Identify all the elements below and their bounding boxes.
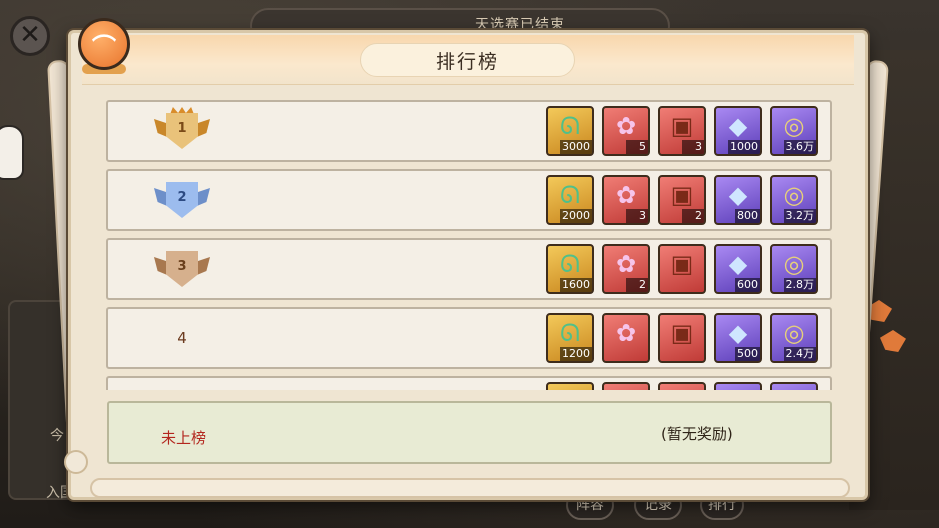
treasure-chest-icon[interactable]: ▣ <box>658 313 706 363</box>
leaderboard-row: 2 ᘏ 2000 ✿ 3 ▣ 2 ◆ 800 ◎ 3.2万 <box>106 169 832 231</box>
rank-number: 4 <box>177 329 187 347</box>
blue-crystal-icon[interactable] <box>714 382 762 390</box>
gold-coin-icon[interactable] <box>770 382 818 390</box>
reward-quantity: 1000 <box>728 140 760 154</box>
treasure-chest-icon[interactable]: ▣ 2 <box>658 175 706 225</box>
close-button[interactable]: ✕ <box>10 16 50 56</box>
reward-quantity: 3000 <box>560 140 592 154</box>
treasure-chest-icon[interactable]: ▣ 3 <box>658 106 706 156</box>
rank-2-badge-icon: 2 <box>152 176 212 226</box>
leaderboard-row: 3 ᘏ 1600 ✿ 2 ▣ ◆ 600 ◎ 2.8万 <box>106 238 832 300</box>
pink-orb-icon[interactable]: ✿ 2 <box>602 244 650 294</box>
reward-quantity: 1600 <box>560 278 592 292</box>
green-swirl-token-icon[interactable] <box>546 382 594 390</box>
leaderboard-row <box>106 376 832 390</box>
reward-quantity: 3 <box>626 209 648 223</box>
reward-list <box>546 382 818 390</box>
treasure-chest-icon[interactable]: ▣ <box>658 244 706 294</box>
frame-ribbon <box>90 478 850 498</box>
gold-coin-icon[interactable]: ◎ 3.6万 <box>770 106 818 156</box>
pink-orb-icon[interactable]: ✿ 5 <box>602 106 650 156</box>
green-swirl-token-icon[interactable]: ᘏ 1200 <box>546 313 594 363</box>
leaderboard-row: 1 ᘏ 3000 ✿ 5 ▣ 3 ◆ 1000 ◎ 3.6万 <box>106 100 832 162</box>
rank-number: 3 <box>177 259 187 274</box>
bird-logo-icon: ⌒ <box>78 18 130 70</box>
reward-quantity: 800 <box>735 209 760 223</box>
green-swirl-token-icon[interactable]: ᘏ 2000 <box>546 175 594 225</box>
gold-coin-icon[interactable]: ◎ 3.2万 <box>770 175 818 225</box>
reward-list: ᘏ 1200 ✿ ▣ ◆ 500 ◎ 2.4万 <box>546 313 818 365</box>
reward-quantity: 2 <box>626 278 648 292</box>
blue-crystal-icon[interactable]: ◆ 600 <box>714 244 762 294</box>
rank-number: 2 <box>177 190 187 205</box>
pink-orb-icon[interactable] <box>602 382 650 390</box>
green-swirl-token-icon[interactable]: ᘏ 1600 <box>546 244 594 294</box>
reward-quantity: 5 <box>626 140 648 154</box>
blue-crystal-icon[interactable]: ◆ 1000 <box>714 106 762 156</box>
reward-list: ᘏ 1600 ✿ 2 ▣ ◆ 600 ◎ 2.8万 <box>546 244 818 296</box>
leaderboard-list[interactable]: 1 ᘏ 3000 ✿ 5 ▣ 3 ◆ 1000 ◎ 3.6万 2 ᘏ 2000 ✿ 3 ▣ 2 … <box>106 100 832 390</box>
rank-1-badge-icon: 1 <box>152 107 212 157</box>
mascot-icon <box>0 125 24 180</box>
reward-quantity: 500 <box>735 347 760 361</box>
my-rank-bar: 未上榜 (暂无奖励) <box>107 401 832 464</box>
blue-crystal-icon[interactable]: ◆ 800 <box>714 175 762 225</box>
green-swirl-token-icon[interactable]: ᘏ 3000 <box>546 106 594 156</box>
reward-list: ᘏ 2000 ✿ 3 ▣ 2 ◆ 800 ◎ 3.2万 <box>546 175 818 227</box>
blue-crystal-icon[interactable]: ◆ 500 <box>714 313 762 363</box>
scroll-knob-icon <box>64 450 88 474</box>
pink-orb-icon[interactable]: ✿ <box>602 313 650 363</box>
reward-quantity: 1200 <box>560 347 592 361</box>
reward-quantity: 3.2万 <box>783 209 816 223</box>
gold-coin-icon[interactable]: ◎ 2.4万 <box>770 313 818 363</box>
reward-quantity: 600 <box>735 278 760 292</box>
rank-number: 1 <box>177 121 187 136</box>
reward-quantity: 2.8万 <box>783 278 816 292</box>
rank-3-badge-icon: 3 <box>152 245 212 295</box>
reward-list: ᘏ 3000 ✿ 5 ▣ 3 ◆ 1000 ◎ 3.6万 <box>546 106 818 158</box>
reward-quantity: 2000 <box>560 209 592 223</box>
my-rank-label: 未上榜 <box>161 429 207 447</box>
reward-quantity: 2 <box>682 209 704 223</box>
my-rank-reward: (暂无奖励) <box>661 425 733 443</box>
reward-quantity: 3 <box>682 140 704 154</box>
leaderboard-row: 4 ᘏ 1200 ✿ ▣ ◆ 500 ◎ 2.4万 <box>106 307 832 369</box>
pink-orb-icon[interactable]: ✿ 3 <box>602 175 650 225</box>
reward-quantity: 2.4万 <box>783 347 816 361</box>
gold-coin-icon[interactable]: ◎ 2.8万 <box>770 244 818 294</box>
background-left-text-1: 今 <box>50 428 64 444</box>
modal-title: 排行榜 <box>435 51 499 73</box>
treasure-chest-icon[interactable] <box>658 382 706 390</box>
reward-quantity: 3.6万 <box>783 140 816 154</box>
